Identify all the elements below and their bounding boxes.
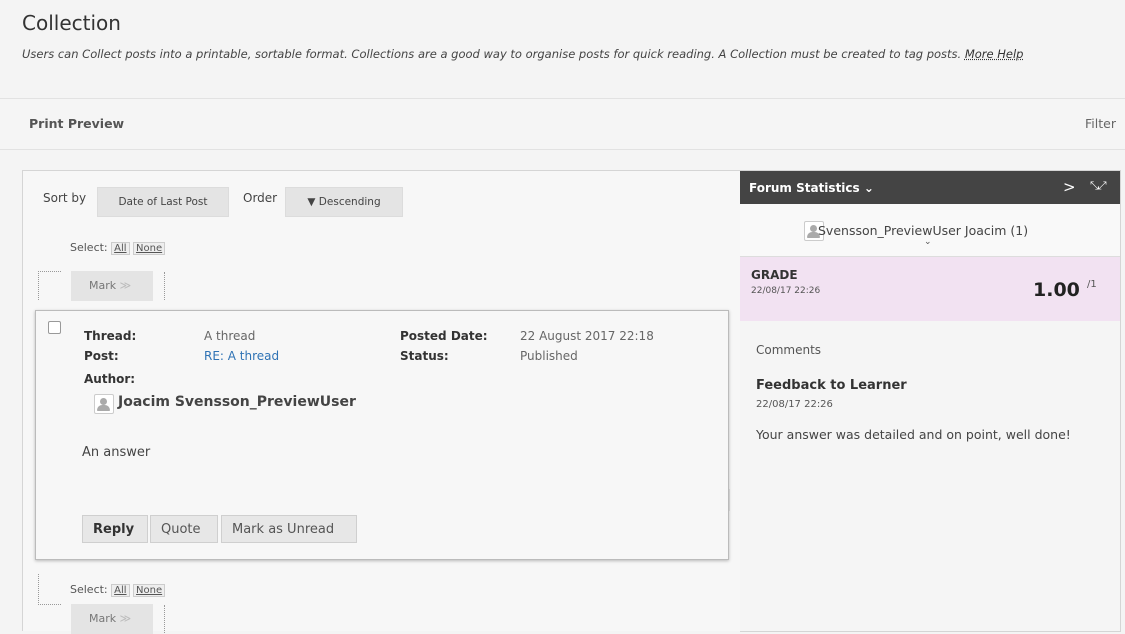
chevron-right-icon[interactable]: >: [1063, 178, 1076, 196]
select-all-link[interactable]: All: [111, 242, 130, 255]
forum-statistics-panel: Forum Statistics ⌄ > ⤡⤢ Svensson_Preview…: [740, 170, 1121, 632]
select-none-link[interactable]: None: [133, 584, 166, 597]
feedback-title: Feedback to Learner: [756, 378, 907, 393]
post-link[interactable]: RE: A thread: [204, 349, 279, 363]
select-none-link[interactable]: None: [133, 242, 166, 255]
comments-heading: Comments: [756, 343, 822, 357]
mark-as-unread-button[interactable]: Mark as Unread: [221, 515, 357, 543]
chevron-down-icon[interactable]: ⌄: [924, 237, 932, 247]
grade-date: 22/08/17 22:26: [751, 286, 821, 296]
chevron-down-icon: ≫: [119, 279, 132, 292]
description-text: Users can Collect posts into a printable…: [22, 47, 962, 61]
toolbar: Print Preview Filter: [0, 98, 1125, 150]
user-name: Svensson_PreviewUser Joacim (1): [818, 223, 1029, 238]
sort-by-label: Sort by: [43, 191, 87, 205]
mark-label: Mark: [89, 612, 117, 625]
reply-button[interactable]: Reply: [82, 515, 148, 543]
page-header: Collection Users can Collect posts into …: [0, 0, 1125, 98]
order-label: Order: [243, 191, 278, 205]
page-title: Collection: [22, 11, 121, 35]
user-selector[interactable]: Svensson_PreviewUser Joacim (1) ⌄: [740, 204, 1120, 257]
mark-divider: [164, 272, 165, 300]
grade-label: GRADE: [751, 268, 798, 282]
author-label: Author:: [84, 372, 136, 386]
page-description: Users can Collect posts into a printable…: [22, 47, 1023, 61]
posted-date-value: 22 August 2017 22:18: [520, 329, 654, 343]
post-body: An answer: [82, 445, 151, 460]
more-help-link[interactable]: More Help: [965, 47, 1024, 61]
mark-label: Mark: [89, 279, 117, 292]
post-label: Post:: [84, 349, 119, 363]
side-panel-header: Forum Statistics ⌄ > ⤡⤢: [740, 171, 1120, 204]
forum-statistics-title[interactable]: Forum Statistics ⌄: [749, 181, 874, 195]
sort-by-button[interactable]: Date of Last Post: [97, 187, 229, 217]
feedback-text: Your answer was detailed and on point, w…: [756, 427, 1071, 442]
tree-connector: [38, 271, 61, 300]
select-top: Select: All None: [70, 241, 166, 255]
grade-score: 1.00: [1033, 279, 1080, 301]
author-avatar-icon: [94, 394, 114, 414]
grade-max: /1: [1087, 279, 1097, 290]
select-all-link[interactable]: All: [111, 584, 130, 597]
status-value: Published: [520, 349, 578, 363]
chevron-down-icon: ≫: [119, 612, 132, 625]
feedback-date: 22/08/17 22:26: [756, 399, 833, 410]
select-label: Select:: [70, 241, 108, 254]
order-button[interactable]: ▼ Descending: [285, 187, 403, 217]
print-preview-button[interactable]: Print Preview: [29, 116, 124, 131]
status-label: Status:: [400, 349, 449, 363]
expand-icon[interactable]: ⤡⤢: [1090, 179, 1107, 193]
select-label: Select:: [70, 583, 108, 596]
quote-button[interactable]: Quote: [150, 515, 218, 543]
card-edge-divider: [729, 489, 730, 511]
mark-button-bottom[interactable]: Mark ≫: [71, 604, 153, 634]
post-card: Thread: A thread Post: RE: A thread Auth…: [35, 310, 729, 560]
mark-button-top[interactable]: Mark ≫: [71, 271, 153, 301]
collection-panel: Sort by Date of Last Post Order ▼ Descen…: [22, 170, 742, 634]
thread-value: A thread: [204, 329, 256, 343]
thread-label: Thread:: [84, 329, 137, 343]
filter-button[interactable]: Filter: [1085, 116, 1116, 131]
grade-box: GRADE 22/08/17 22:26 1.00 /1: [740, 257, 1120, 321]
tree-connector: [38, 574, 61, 605]
select-bottom: Select: All None: [70, 583, 166, 597]
posted-date-label: Posted Date:: [400, 329, 488, 343]
author-name: Joacim Svensson_PreviewUser: [118, 394, 356, 410]
mark-divider: [164, 605, 165, 633]
post-checkbox[interactable]: [48, 321, 61, 334]
